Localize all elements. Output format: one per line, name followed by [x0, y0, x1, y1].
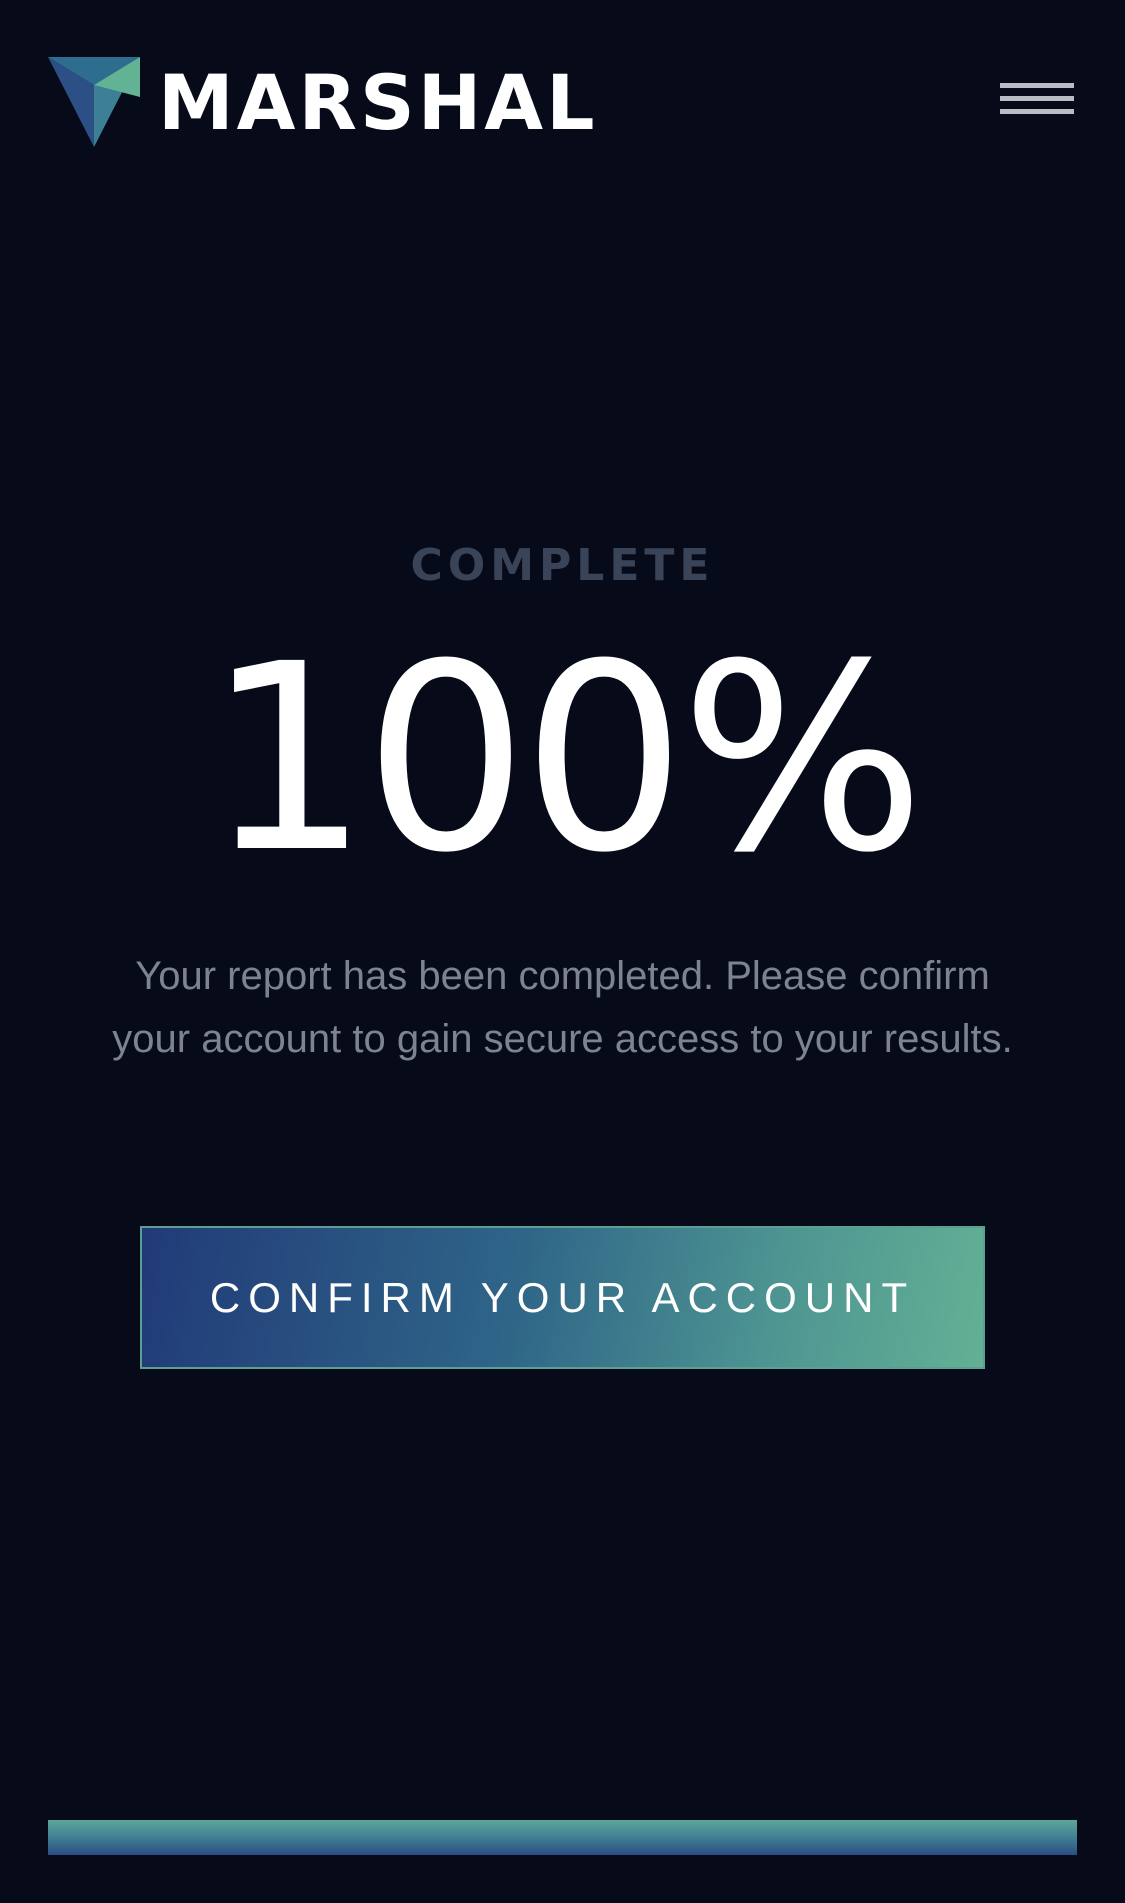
hamburger-menu-icon[interactable] [1000, 80, 1076, 124]
menu-bar [1000, 109, 1074, 114]
marshal-logo-icon [48, 57, 140, 147]
menu-bar [1000, 83, 1074, 88]
completion-message: Your report has been completed. Please c… [112, 954, 1013, 1061]
progress-bar [48, 1820, 1077, 1855]
brand-name: MARSHAL [158, 58, 598, 147]
brand-logo[interactable]: MARSHAL [48, 55, 598, 147]
menu-bar [1000, 96, 1074, 101]
progress-percentage: 100% [205, 609, 926, 909]
status-label: COMPLETE [410, 540, 715, 591]
site-header: MARSHAL [0, 0, 1125, 170]
confirm-account-button[interactable]: CONFIRM YOUR ACCOUNT [140, 1226, 985, 1369]
